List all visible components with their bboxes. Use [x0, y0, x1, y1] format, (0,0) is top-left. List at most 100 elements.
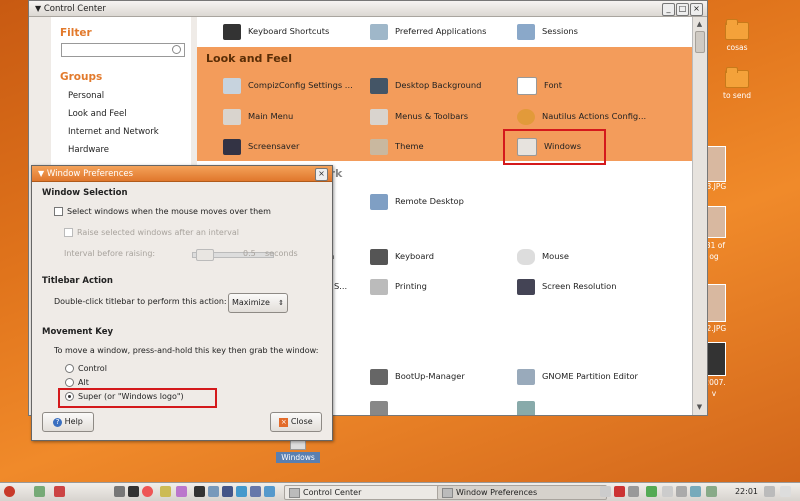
scroll-up-icon[interactable]: ▲	[695, 20, 704, 29]
partition-editor-icon	[517, 368, 535, 385]
radio-control[interactable]: Control	[65, 364, 107, 373]
tray-icon[interactable]	[690, 486, 701, 497]
checkbox-label: Raise selected windows after an interval	[77, 228, 239, 237]
desktop-photo-thumbnail[interactable]	[706, 206, 726, 238]
window-menu-icon[interactable]: ▼	[35, 4, 41, 13]
tray-icon[interactable]	[628, 486, 639, 497]
button-label: Close	[290, 417, 313, 426]
item-label: Remote Desktop	[395, 196, 464, 206]
item-label: Sessions	[542, 26, 578, 36]
desktop-icon-to-send[interactable]: to send	[712, 67, 762, 100]
filter-input[interactable]	[61, 43, 185, 57]
select-on-hover-checkbox[interactable]: Select windows when the mouse moves over…	[54, 207, 271, 216]
item-screen-resolution[interactable]: Screen Resolution	[517, 275, 617, 297]
window-title: Control Center	[43, 4, 106, 14]
desktop-icon-cosas[interactable]: cosas	[712, 19, 762, 52]
item-keyboard[interactable]: Keyboard	[370, 245, 434, 267]
group-internet-and-network[interactable]: Internet and Network	[51, 123, 191, 141]
launcher-icon[interactable]	[176, 486, 187, 497]
desktop-film-thumbnail[interactable]	[706, 342, 726, 376]
font-icon	[517, 76, 537, 95]
main-menu-icon[interactable]	[4, 486, 15, 497]
interval-slider[interactable]	[192, 249, 274, 261]
item-keyboard-shortcuts[interactable]: Keyboard Shortcuts	[223, 20, 329, 42]
desktop-windows-label: Windows	[276, 452, 320, 463]
item-bootup-manager[interactable]: BootUp-Manager	[370, 365, 465, 387]
window-selection-heading: Window Selection	[42, 188, 128, 198]
item-font[interactable]: Font	[517, 74, 562, 96]
window-preferences-titlebar[interactable]: ▼ Window Preferences ×	[32, 166, 332, 182]
launcher-icon[interactable]	[222, 486, 233, 497]
taskbar-control-center[interactable]: Control Center	[284, 485, 454, 500]
group-look-and-feel[interactable]: Look and Feel	[51, 105, 191, 123]
launcher-icon[interactable]	[264, 486, 275, 497]
item-label: Printing	[395, 281, 427, 291]
mouse-icon	[517, 248, 535, 265]
vertical-scrollbar[interactable]: ▲ ▼	[692, 17, 707, 415]
item-main-menu[interactable]: Main Menu	[223, 105, 293, 127]
item-label: Preferred Applications	[395, 26, 487, 36]
item-theme[interactable]: Theme	[370, 135, 424, 157]
desktop-photo-thumbnail[interactable]	[706, 284, 726, 322]
item-menus-toolbars[interactable]: Menus & Toolbars	[370, 105, 468, 127]
radio-alt[interactable]: Alt	[65, 378, 89, 387]
battery-icon[interactable]	[706, 486, 717, 497]
launcher-icon[interactable]	[54, 486, 65, 497]
minimize-icon[interactable]: _	[662, 3, 675, 16]
launcher-icon[interactable]	[114, 486, 125, 497]
network-icon[interactable]	[646, 486, 657, 497]
select-arrows-icon: ⇕	[278, 299, 284, 307]
checkbox-icon	[54, 207, 63, 216]
trash-icon[interactable]	[780, 486, 791, 497]
item-mouse[interactable]: Mouse	[517, 245, 569, 267]
interval-label: Interval before raising:	[64, 249, 156, 258]
firefox-icon[interactable]	[142, 486, 153, 497]
help-button[interactable]: ? Help	[42, 412, 94, 432]
launcher-icon[interactable]	[250, 486, 261, 497]
maximize-icon[interactable]: □	[676, 3, 689, 16]
close-button[interactable]: × Close	[270, 412, 322, 432]
launcher-icon[interactable]	[236, 486, 247, 497]
item-partially-hidden[interactable]	[517, 397, 542, 415]
item-nautilus-actions[interactable]: Nautilus Actions Config...	[517, 105, 646, 127]
tray-icon[interactable]	[614, 486, 625, 497]
item-desktop-background[interactable]: Desktop Background	[370, 74, 481, 96]
item-gnome-partition-editor[interactable]: GNOME Partition Editor	[517, 365, 638, 387]
close-icon[interactable]: ×	[315, 168, 328, 181]
launcher-icon[interactable]	[34, 486, 45, 497]
item-partially-hidden[interactable]	[370, 397, 395, 415]
taskbar-window-preferences[interactable]: Window Preferences	[437, 485, 607, 500]
group-hardware[interactable]: Hardware	[51, 141, 191, 159]
scrollbar-thumb[interactable]	[695, 31, 705, 53]
terminal-icon[interactable]	[194, 486, 205, 497]
workspace-switcher-icon[interactable]	[764, 486, 775, 497]
clock[interactable]: 22:01	[735, 485, 758, 498]
group-personal[interactable]: Personal	[51, 87, 191, 105]
launcher-icon[interactable]	[160, 486, 171, 497]
volume-icon[interactable]	[676, 486, 687, 497]
printer-icon	[370, 278, 388, 295]
item-preferred-applications[interactable]: Preferred Applications	[370, 20, 486, 42]
item-compizconfig[interactable]: CompizConfig Settings ...	[223, 74, 353, 96]
slider-handle[interactable]	[196, 249, 214, 261]
item-printing[interactable]: Printing	[370, 275, 427, 297]
item-screensaver[interactable]: Screensaver	[223, 135, 299, 157]
item-remote-desktop[interactable]: Remote Desktop	[370, 190, 464, 212]
raise-after-interval-checkbox[interactable]: Raise selected windows after an interval	[64, 228, 239, 237]
control-center-titlebar[interactable]: ▼ Control Center × □ _	[29, 1, 707, 17]
window-preferences-dialog[interactable]: ▼ Window Preferences × Window Selection …	[31, 165, 333, 441]
tray-icon[interactable]	[662, 486, 673, 497]
item-label: Theme	[395, 141, 424, 151]
select-value: Maximize	[232, 298, 270, 307]
double-click-action-select[interactable]: Maximize ⇕	[228, 293, 288, 313]
close-icon[interactable]: ×	[690, 3, 703, 16]
screen-resolution-icon	[517, 278, 535, 295]
desktop-photo-thumbnail[interactable]	[706, 146, 726, 182]
launcher-icon[interactable]	[208, 486, 219, 497]
item-sessions[interactable]: Sessions	[517, 20, 578, 42]
scroll-down-icon[interactable]: ▼	[695, 403, 704, 412]
launcher-icon[interactable]	[128, 486, 139, 497]
tray-icon[interactable]	[600, 486, 611, 497]
item-partial[interactable]: S...	[334, 275, 347, 297]
window-menu-icon[interactable]: ▼	[38, 169, 44, 178]
